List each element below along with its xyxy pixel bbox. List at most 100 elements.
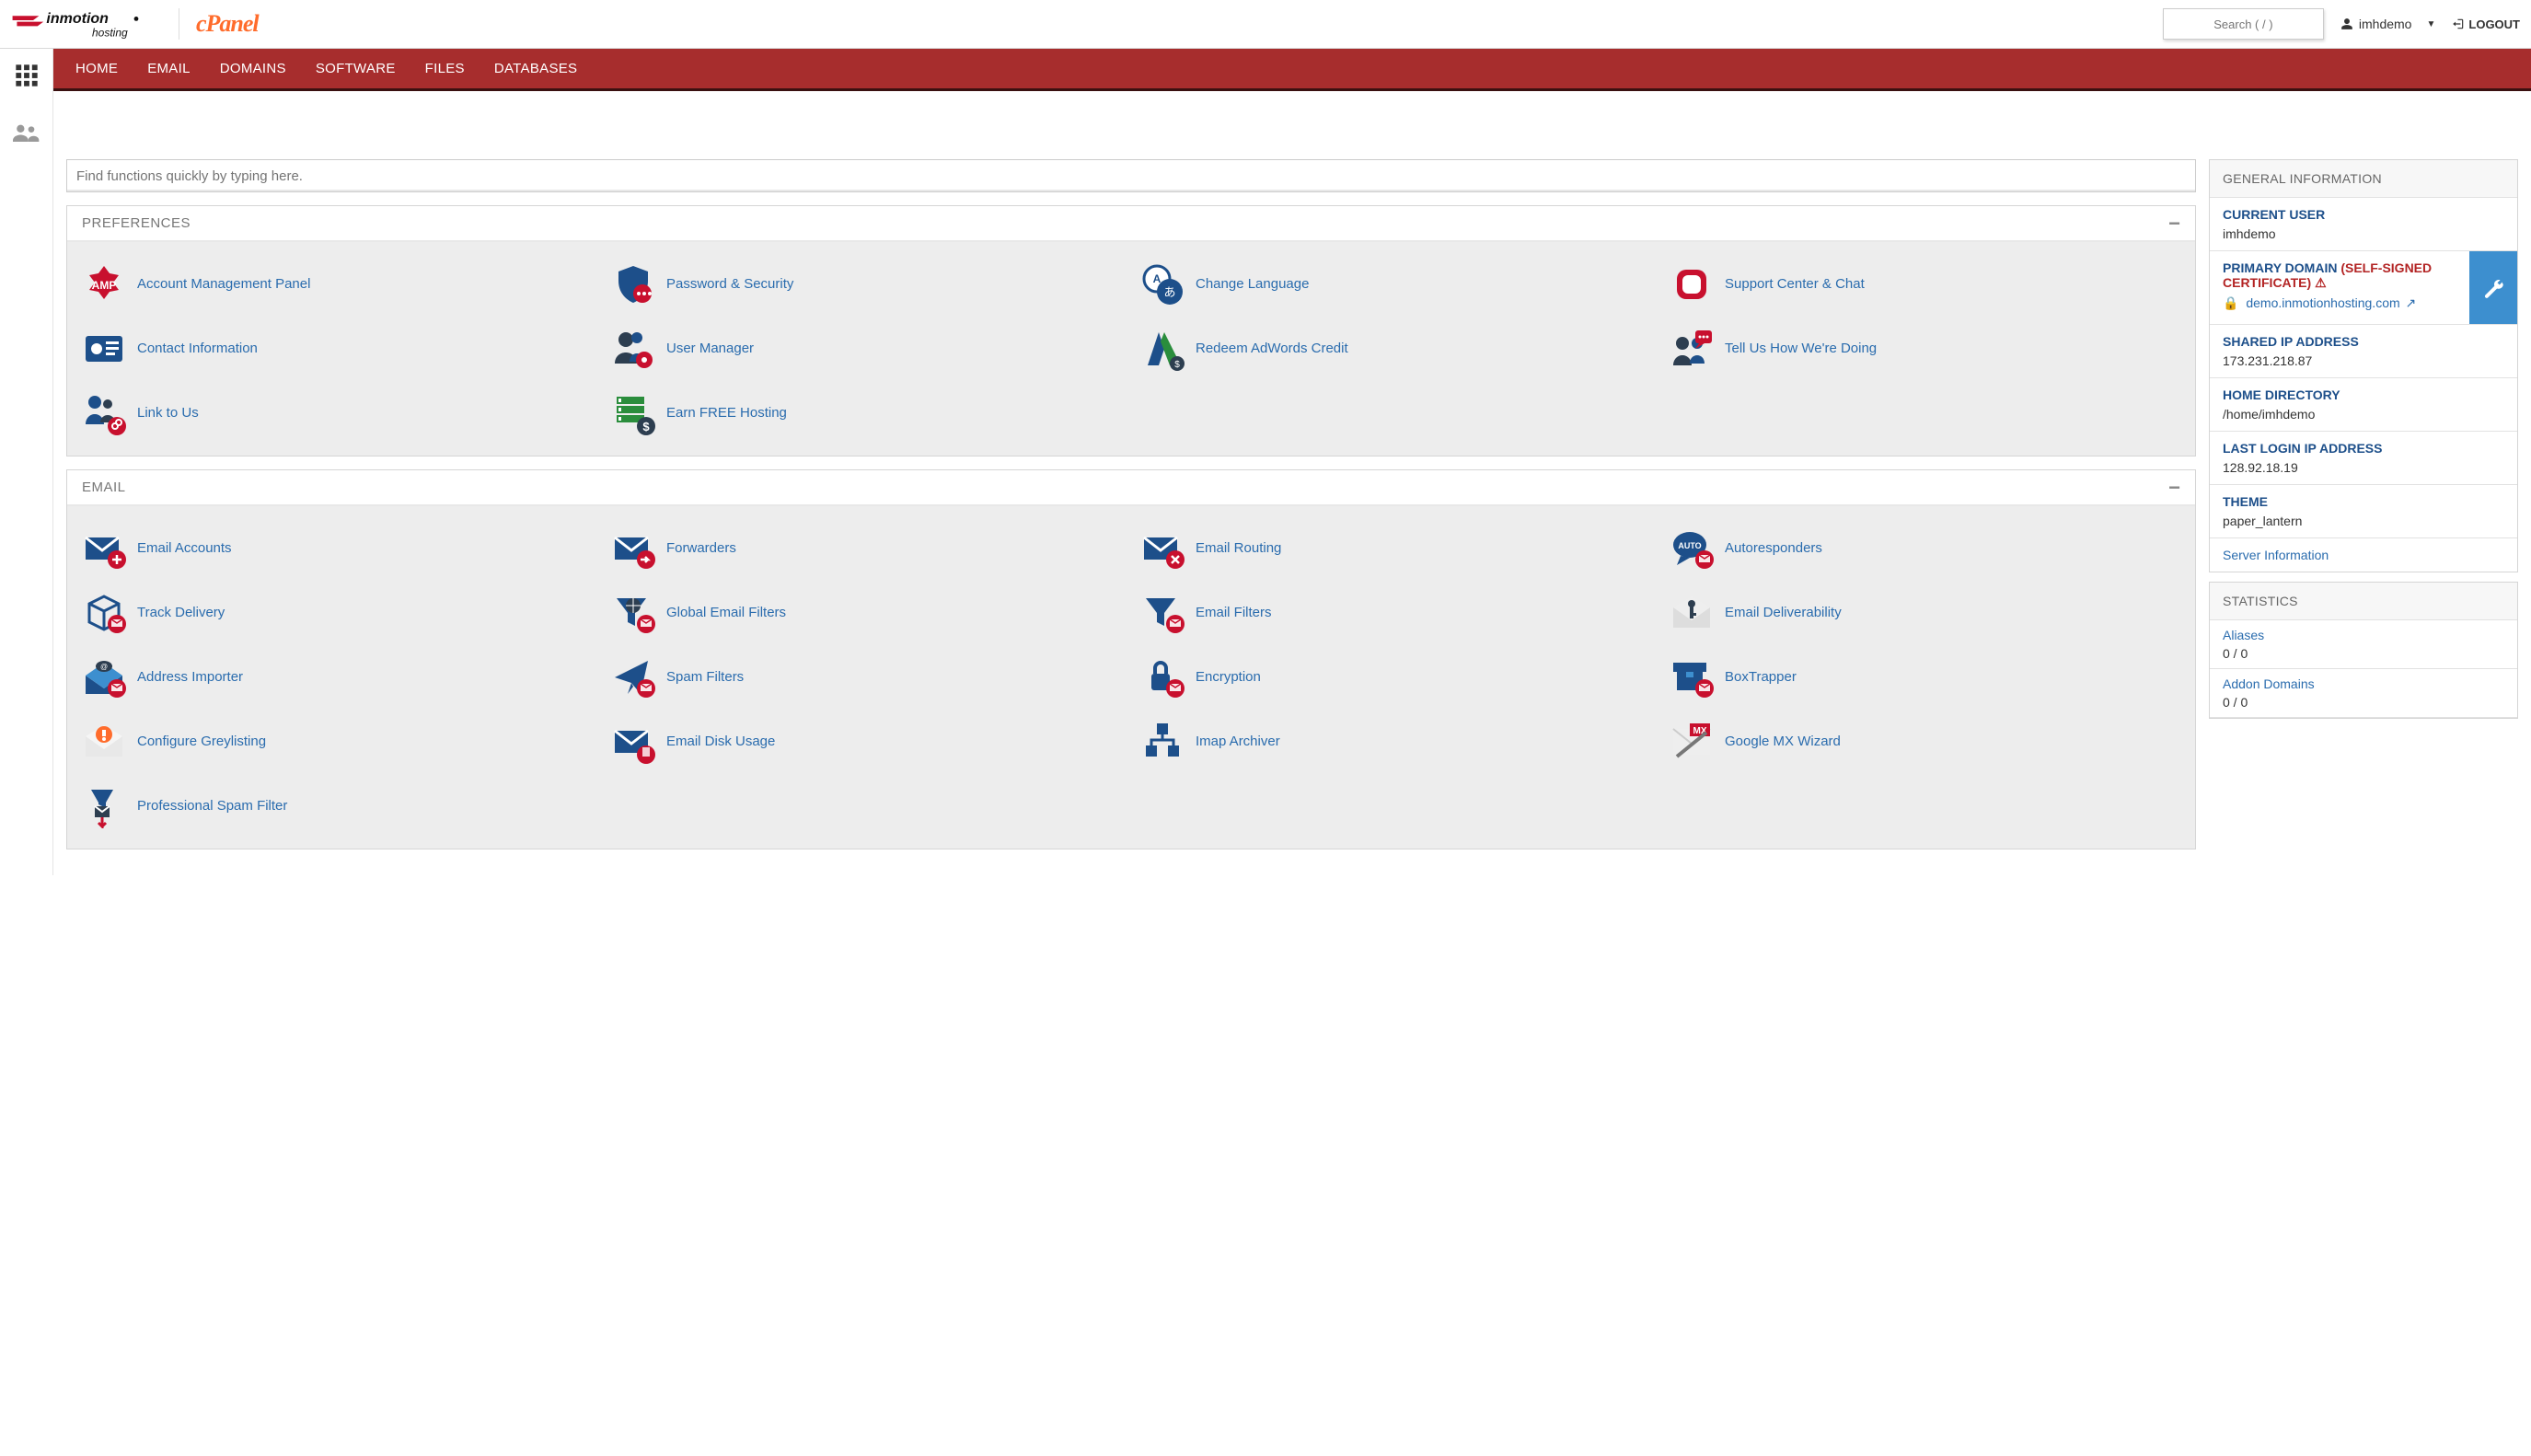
caret-down-icon: ▼ [2426, 19, 2435, 29]
cpanel-logo[interactable]: cPanel [196, 10, 259, 38]
stat-label[interactable]: Addon Domains [2223, 676, 2504, 691]
feature-email-deliverability[interactable]: Email Deliverability [1662, 585, 2188, 641]
feature-email-routing[interactable]: Email Routing [1133, 521, 1658, 576]
collapse-icon[interactable]: − [2168, 483, 2180, 492]
inmotion-logo[interactable]: inmotion hosting [11, 6, 158, 42]
domain-settings-button[interactable] [2469, 251, 2517, 324]
feature-link-to-us[interactable]: Link to Us [75, 386, 600, 441]
feature-track-delivery[interactable]: Track Delivery [75, 585, 600, 641]
apps-grid-icon[interactable] [13, 62, 40, 89]
disk-usage-icon [609, 718, 657, 766]
feature-email-filters[interactable]: Email Filters [1133, 585, 1658, 641]
feature-label: Forwarders [666, 540, 736, 558]
paper-plane-icon [609, 653, 657, 701]
svg-text:AUTO: AUTO [1678, 541, 1701, 550]
nav-home[interactable]: HOME [61, 61, 133, 76]
feature-imap-archiver[interactable]: Imap Archiver [1133, 714, 1658, 769]
feature-label: Link to Us [137, 405, 199, 422]
logout-button[interactable]: LOGOUT [2452, 17, 2520, 31]
feature-google-mx-wizard[interactable]: MXGoogle MX Wizard [1662, 714, 2188, 769]
feature-user-manager[interactable]: User Manager [604, 321, 1129, 376]
feature-spam-filters[interactable]: Spam Filters [604, 650, 1129, 705]
feature-address-importer[interactable]: @ Address Importer [75, 650, 600, 705]
feature-label: Autoresponders [1725, 540, 1822, 558]
svg-text:AMP: AMP [92, 279, 117, 292]
feature-configure-greylisting[interactable]: Configure Greylisting [75, 714, 600, 769]
theme-value: paper_lantern [2223, 514, 2504, 528]
svg-text:@: @ [100, 663, 108, 671]
link-people-icon [80, 389, 128, 437]
feature-label: Email Accounts [137, 540, 232, 558]
feature-contact-information[interactable]: Contact Information [75, 321, 600, 376]
shared-ip-label: SHARED IP ADDRESS [2223, 334, 2504, 349]
statistics-panel: STATISTICS Aliases0 / 0Addon Domains0 / … [2209, 582, 2518, 719]
feature-label: BoxTrapper [1725, 669, 1797, 687]
filter-globe-icon [609, 589, 657, 637]
general-information-panel: GENERAL INFORMATION CURRENT USER imhdemo… [2209, 159, 2518, 572]
current-user-label: CURRENT USER [2223, 207, 2504, 222]
primary-domain-link[interactable]: demo.inmotionhosting.com [2246, 295, 2399, 310]
feature-boxtrapper[interactable]: BoxTrapper [1662, 650, 2188, 705]
feature-label: Email Deliverability [1725, 605, 1842, 622]
feature-email-disk-usage[interactable]: Email Disk Usage [604, 714, 1129, 769]
user-menu[interactable]: imhdemo ▼ [2340, 17, 2436, 31]
user-icon [2340, 17, 2353, 30]
main-nav: HOME EMAIL DOMAINS SOFTWARE FILES DATABA… [53, 49, 2531, 91]
feature-support-center-chat[interactable]: Support Center & Chat [1662, 257, 2188, 312]
feature-global-email-filters[interactable]: Global Email Filters [604, 585, 1129, 641]
feature-label: Email Routing [1196, 540, 1281, 558]
statistics-title: STATISTICS [2210, 583, 2517, 620]
feature-autoresponders[interactable]: AUTO Autoresponders [1662, 521, 2188, 576]
users-icon[interactable] [13, 119, 40, 146]
external-link-icon[interactable]: ↗ [2406, 295, 2417, 310]
feature-redeem-adwords-credit[interactable]: $ Redeem AdWords Credit [1133, 321, 1658, 376]
stat-label[interactable]: Aliases [2223, 628, 2504, 642]
feature-email-accounts[interactable]: Email Accounts [75, 521, 600, 576]
feature-label: Configure Greylisting [137, 734, 266, 751]
pro-spam-icon [80, 782, 128, 830]
header-search-input[interactable] [2163, 8, 2324, 40]
feature-forwarders[interactable]: Forwarders [604, 521, 1129, 576]
track-box-icon [80, 589, 128, 637]
feature-label: Earn FREE Hosting [666, 405, 787, 422]
greylist-icon [80, 718, 128, 766]
feature-label: Support Center & Chat [1725, 276, 1865, 294]
feature-label: Redeem AdWords Credit [1196, 341, 1348, 358]
boxtrapper-icon [1668, 653, 1716, 701]
filter-mail-icon [1138, 589, 1186, 637]
svg-text:inmotion: inmotion [46, 11, 109, 27]
nav-databases[interactable]: DATABASES [480, 61, 593, 76]
feature-label: Tell Us How We're Doing [1725, 341, 1877, 358]
collapse-icon[interactable]: − [2168, 219, 2180, 228]
panel-preferences: PREFERENCES − AMPAccount Management PanelP… [66, 205, 2196, 456]
contact-card-icon [80, 325, 128, 373]
feature-professional-spam-filter[interactable]: Professional Spam Filter [75, 779, 600, 834]
feature-label: Professional Spam Filter [137, 798, 287, 815]
panel-email: EMAIL − Email Accounts Forwarders Email Rout… [66, 469, 2196, 849]
nav-domains[interactable]: DOMAINS [205, 61, 301, 76]
svg-text:$: $ [642, 420, 650, 433]
svg-text:$: $ [1174, 360, 1180, 370]
feature-label: User Manager [666, 341, 754, 358]
theme-label: THEME [2223, 494, 2504, 509]
panel-title: EMAIL [82, 480, 126, 495]
feature-tell-us-how-we-re-doing[interactable]: Tell Us How We're Doing [1662, 321, 2188, 376]
feature-change-language[interactable]: AあChange Language [1133, 257, 1658, 312]
feature-account-management-panel[interactable]: AMPAccount Management Panel [75, 257, 600, 312]
mail-plus-icon [80, 525, 128, 572]
panel-title: PREFERENCES [82, 215, 191, 231]
feature-encryption[interactable]: Encryption [1133, 650, 1658, 705]
nav-email[interactable]: EMAIL [133, 61, 205, 76]
server-information-link[interactable]: Server Information [2223, 548, 2504, 562]
nav-files[interactable]: FILES [410, 61, 480, 76]
find-functions-input[interactable] [66, 159, 2196, 192]
feature-password-security[interactable]: Password & Security [604, 257, 1129, 312]
support-icon [1668, 260, 1716, 308]
feature-label: Contact Information [137, 341, 258, 358]
stat-value: 0 / 0 [2223, 695, 2504, 710]
left-rail-spacer [0, 146, 53, 875]
feature-label: Address Importer [137, 669, 243, 687]
svg-text:あ: あ [1163, 285, 1175, 299]
feature-earn-free-hosting[interactable]: $ Earn FREE Hosting [604, 386, 1129, 441]
nav-software[interactable]: SOFTWARE [301, 61, 410, 76]
